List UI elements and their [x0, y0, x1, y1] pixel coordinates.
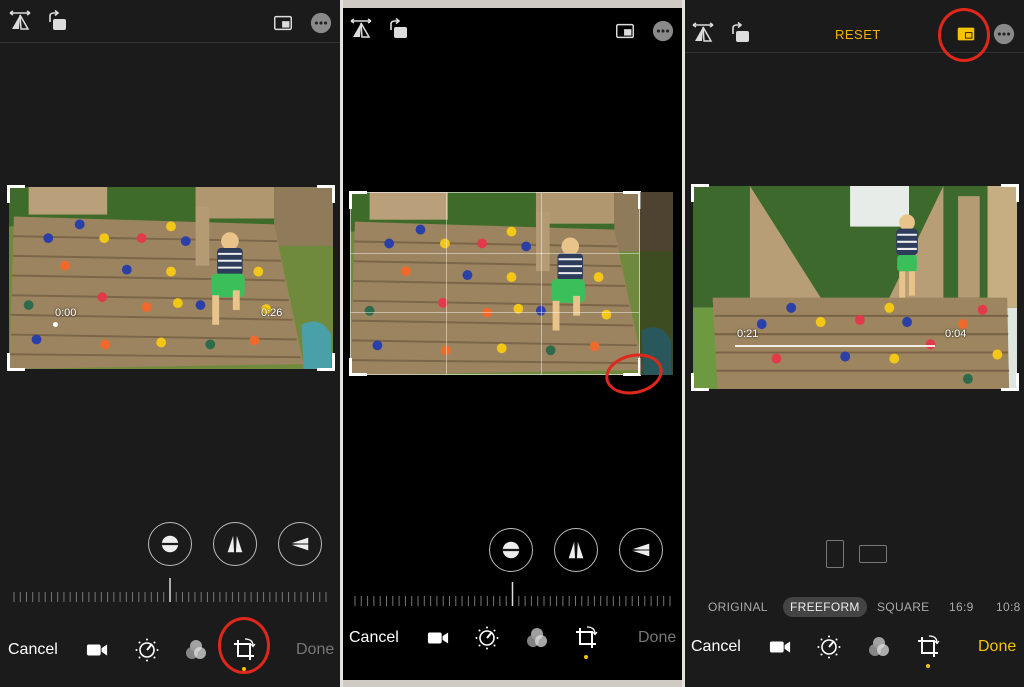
grid-line: [351, 252, 639, 254]
top-toolbar: [343, 8, 682, 50]
photo-crop-area[interactable]: 0:00 0:26: [7, 185, 335, 371]
video-start-time: 0:21: [737, 328, 759, 340]
aspect-ratio-icon[interactable]: [955, 23, 977, 45]
staircase-photo: [693, 186, 1017, 389]
crop-icon[interactable]: [916, 635, 940, 659]
flip-horizontal-icon[interactable]: [349, 18, 373, 42]
crop-frame[interactable]: [349, 191, 641, 376]
aspect-ratio-icon[interactable]: [272, 12, 294, 34]
cancel-button[interactable]: Cancel: [8, 641, 58, 659]
crop-icon[interactable]: [232, 638, 256, 662]
crop-handle-bottom-left[interactable]: [7, 353, 25, 371]
horizontal-perspective-icon: [630, 539, 652, 561]
active-tool-indicator: [926, 664, 930, 668]
vertical-perspective-button[interactable]: [554, 528, 598, 572]
bottom-toolbar: Cancel Done: [0, 627, 340, 687]
grid-line: [541, 193, 543, 374]
crop-handle-bottom-right[interactable]: [1001, 373, 1019, 391]
ratio-original[interactable]: ORIGINAL: [708, 600, 768, 614]
video-icon[interactable]: [427, 627, 449, 649]
photo-crop-area[interactable]: 0:21 0:04: [691, 184, 1019, 391]
top-toolbar: RESET: [685, 0, 1024, 52]
flip-horizontal-icon[interactable]: [8, 10, 32, 34]
grid-line: [446, 193, 448, 374]
portrait-orientation-button[interactable]: [826, 540, 844, 568]
filters-icon[interactable]: [525, 626, 549, 650]
video-icon[interactable]: [769, 636, 791, 658]
flip-horizontal-icon[interactable]: [691, 22, 715, 46]
crop-handle-bottom-left[interactable]: [691, 373, 709, 391]
more-options-icon[interactable]: [310, 12, 332, 34]
editor-panel-3: RESET 0:21 0:04 ORIGINAL FREEFORM SQUARE…: [685, 0, 1024, 687]
adjust-dial-icon[interactable]: [475, 626, 499, 650]
straighten-dial[interactable]: [12, 578, 328, 602]
divider: [685, 52, 1024, 53]
editor-panel-1: 0:00 0:26 Cancel Done: [0, 0, 340, 687]
adjust-dial-icon[interactable]: [817, 635, 841, 659]
bottom-toolbar: Cancel Done: [343, 620, 682, 680]
crop-handle-bottom-right[interactable]: [317, 353, 335, 371]
rotate-icon[interactable]: [729, 22, 753, 46]
ratio-square[interactable]: SQUARE: [877, 600, 929, 614]
aspect-ratio-options: ORIGINAL FREEFORM SQUARE 16:9 10:8: [685, 596, 1024, 618]
crop-handle-top-right[interactable]: [623, 191, 641, 209]
more-options-icon[interactable]: [652, 20, 674, 42]
rotate-icon[interactable]: [387, 18, 411, 42]
straighten-dial[interactable]: [353, 582, 672, 606]
crop-handle-top-left[interactable]: [7, 185, 25, 203]
ratio-16-9[interactable]: 16:9: [949, 600, 974, 614]
horizontal-perspective-icon: [289, 533, 311, 555]
video-trim-bar[interactable]: [735, 345, 935, 347]
top-toolbar: [0, 0, 340, 42]
done-button[interactable]: Done: [638, 629, 676, 647]
reset-button[interactable]: RESET: [835, 27, 881, 42]
landscape-orientation-button[interactable]: [859, 545, 887, 563]
crop-handle-top-right[interactable]: [317, 185, 335, 203]
aspect-ratio-icon[interactable]: [614, 20, 636, 42]
crop-handle-bottom-right[interactable]: [623, 358, 641, 376]
cancel-button[interactable]: Cancel: [691, 638, 741, 656]
bottom-toolbar: Cancel Done: [685, 627, 1024, 687]
filters-icon[interactable]: [184, 638, 208, 662]
straighten-button[interactable]: [489, 528, 533, 572]
crop-handle-bottom-left[interactable]: [349, 358, 367, 376]
active-tool-indicator: [584, 655, 588, 659]
video-end-time: 0:04: [945, 328, 967, 340]
outside-crop-mask: [640, 192, 673, 375]
grid-line: [351, 312, 639, 314]
editor-panel-2: Cancel Done: [343, 0, 682, 687]
filters-icon[interactable]: [867, 635, 891, 659]
rotate-icon[interactable]: [46, 10, 70, 34]
vertical-perspective-icon: [565, 539, 587, 561]
video-icon[interactable]: [86, 639, 108, 661]
crop-icon[interactable]: [574, 626, 598, 650]
adjust-dial-icon[interactable]: [135, 638, 159, 662]
photo-crop-area[interactable]: [349, 191, 673, 376]
crop-handle-top-right[interactable]: [1001, 184, 1019, 202]
ratio-freeform[interactable]: FREEFORM: [783, 597, 867, 617]
crop-handle-top-left[interactable]: [691, 184, 709, 202]
horizontal-perspective-button[interactable]: [619, 528, 663, 572]
horizontal-perspective-button[interactable]: [278, 522, 322, 566]
done-button[interactable]: Done: [296, 641, 334, 659]
video-start-time: 0:00: [55, 307, 77, 319]
straighten-button[interactable]: [148, 522, 192, 566]
cancel-button[interactable]: Cancel: [349, 629, 399, 647]
vertical-perspective-button[interactable]: [213, 522, 257, 566]
done-button[interactable]: Done: [978, 638, 1016, 656]
active-tool-indicator: [242, 667, 246, 671]
straighten-icon: [500, 539, 522, 561]
playhead[interactable]: [53, 322, 58, 327]
vertical-perspective-icon: [224, 533, 246, 555]
ratio-10-8[interactable]: 10:8: [996, 600, 1021, 614]
video-end-time: 0:26: [261, 307, 283, 319]
climbing-wall-photo: [9, 187, 333, 369]
more-options-icon[interactable]: [993, 23, 1015, 45]
crop-handle-top-left[interactable]: [349, 191, 367, 209]
divider: [0, 42, 340, 43]
straighten-icon: [159, 533, 181, 555]
